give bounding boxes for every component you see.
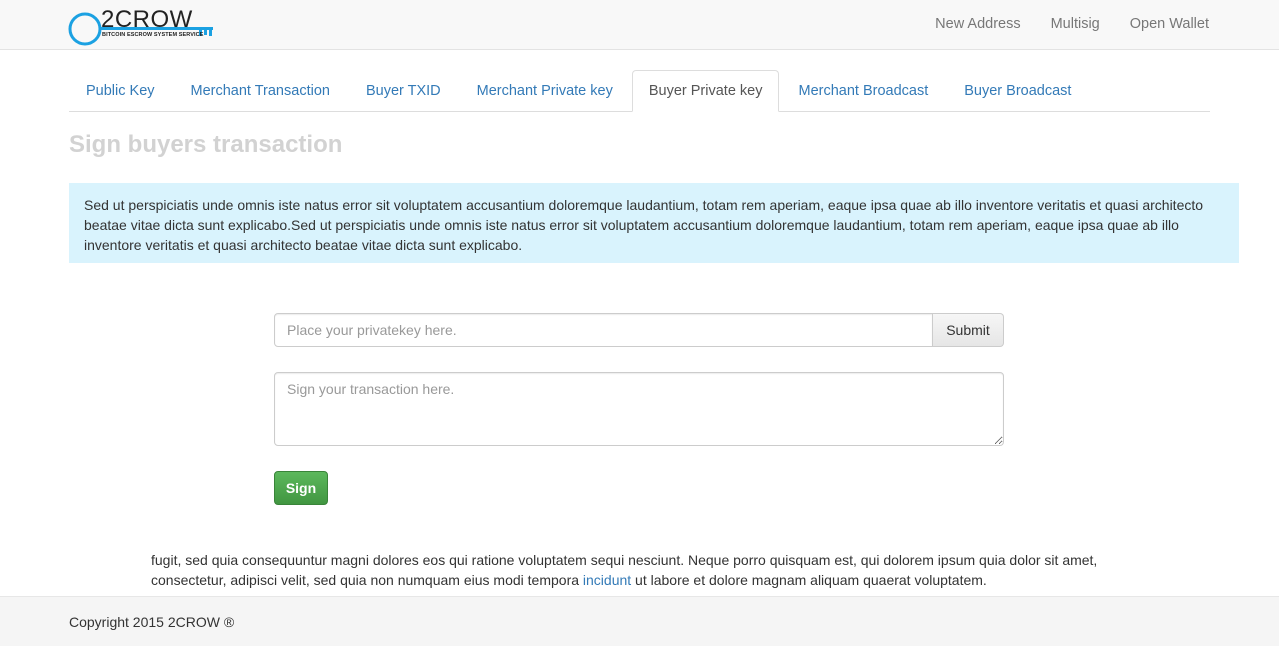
top-nav: New Address Multisig Open Wallet	[935, 16, 1209, 32]
transaction-textarea[interactable]	[274, 372, 1004, 446]
tab-buyer-broadcast[interactable]: Buyer Broadcast	[947, 70, 1088, 110]
tab-bar: Public Key Merchant Transaction Buyer TX…	[69, 70, 1210, 112]
tab-merchant-private-key[interactable]: Merchant Private key	[460, 70, 630, 110]
tab-merchant-transaction[interactable]: Merchant Transaction	[174, 70, 347, 110]
nav-new-address[interactable]: New Address	[935, 16, 1020, 32]
navbar: 2CROW BITCOIN ESCROW SYSTEM SERVICE New …	[0, 0, 1279, 50]
submit-button[interactable]: Submit	[933, 313, 1004, 347]
brand-tagline: BITCOIN ESCROW SYSTEM SERVICE	[102, 32, 204, 38]
nav-open-wallet[interactable]: Open Wallet	[1130, 16, 1209, 32]
brand-name: 2CROW	[101, 6, 193, 33]
copyright-text: Copyright 2015 2CROW ®	[69, 614, 235, 630]
info-alert: Sed ut perspiciatis unde omnis iste natu…	[69, 183, 1239, 263]
tab-public-key[interactable]: Public Key	[69, 70, 172, 110]
brand-logo[interactable]: 2CROW BITCOIN ESCROW SYSTEM SERVICE	[68, 7, 218, 47]
nav-multisig[interactable]: Multisig	[1051, 16, 1100, 32]
sign-button[interactable]: Sign	[274, 471, 328, 505]
tab-merchant-broadcast[interactable]: Merchant Broadcast	[781, 70, 945, 110]
bottom-text-end: ut labore et dolore magnam aliquam quaer…	[631, 572, 987, 588]
tab-buyer-private-key[interactable]: Buyer Private key	[631, 70, 780, 112]
bottom-paragraph: fugit, sed quia consequuntur magni dolor…	[151, 550, 1131, 590]
incidunt-link[interactable]: incidunt	[583, 572, 631, 588]
privatekey-input-group: Submit	[274, 313, 1004, 347]
page-title: Sign buyers transaction	[69, 131, 343, 158]
tab-buyer-txid[interactable]: Buyer TXID	[349, 70, 458, 110]
privatekey-input[interactable]	[274, 313, 933, 347]
footer: Copyright 2015 2CROW ®	[0, 596, 1279, 646]
